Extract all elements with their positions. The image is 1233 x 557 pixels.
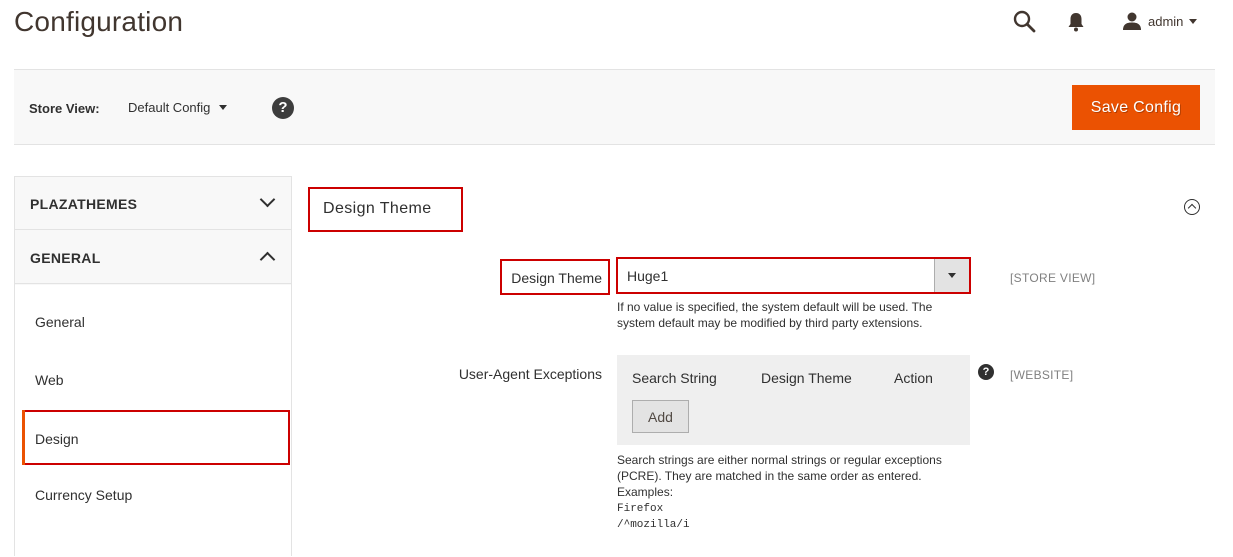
column-header: Action <box>894 370 933 386</box>
column-header: Design Theme <box>761 370 852 386</box>
chevron-down-icon <box>934 259 969 292</box>
user-menu[interactable]: admin <box>1122 10 1198 32</box>
sidebar-item-design[interactable]: Design <box>22 410 290 465</box>
store-view-switcher[interactable]: Default Config <box>128 100 228 115</box>
sidebar-section-label: PLAZATHEMES <box>30 196 138 212</box>
chevron-up-icon <box>259 251 276 268</box>
sidebar-item-currency-setup[interactable]: Currency Setup <box>15 468 291 524</box>
example-code: /^mozilla/i <box>617 519 690 531</box>
scope-label: [STORE VIEW] <box>1010 271 1096 285</box>
sidebar-item-general[interactable]: General <box>15 295 291 351</box>
config-sidebar: PLAZATHEMES GENERAL General Web Currency… <box>14 176 292 557</box>
chevron-down-icon <box>259 191 276 208</box>
sidebar-item-label: Web <box>35 372 64 388</box>
page-title: Configuration <box>14 6 184 37</box>
column-header: Search String <box>632 370 717 386</box>
field-note: If no value is specified, the system def… <box>617 300 933 330</box>
store-view-label: Store View: <box>29 101 100 116</box>
sidebar-item-web[interactable]: Web <box>15 353 291 409</box>
help-icon[interactable]: ? <box>978 364 994 380</box>
design-theme-label: Design Theme <box>500 259 610 295</box>
field-label: Design Theme <box>511 270 602 286</box>
help-icon[interactable]: ? <box>272 97 294 119</box>
sidebar-item-label: Design <box>35 431 79 447</box>
field-note: Search strings are either normal strings… <box>617 452 967 500</box>
sidebar-section-plazathemes[interactable]: PLAZATHEMES <box>15 177 291 230</box>
store-bar: Store View: Default Config ? Save Config <box>14 69 1215 145</box>
chevron-down-icon <box>219 105 228 110</box>
section-title: Design Theme <box>323 200 432 217</box>
note-text: Search strings are either normal strings… <box>617 453 942 483</box>
scope-label: [WEBSITE] <box>1010 368 1074 382</box>
sidebar-item-label: Currency Setup <box>35 487 133 503</box>
add-button[interactable]: Add <box>632 400 689 433</box>
select-value: Huge1 <box>627 268 669 284</box>
user-icon <box>1123 12 1141 30</box>
section-header-design-theme[interactable]: Design Theme <box>308 187 463 232</box>
store-view-value: Default Config <box>128 100 211 115</box>
design-theme-select[interactable]: Huge1 <box>616 257 971 294</box>
sidebar-section-general[interactable]: GENERAL <box>15 231 291 284</box>
collapse-icon[interactable] <box>1184 199 1200 215</box>
sidebar-section-label: GENERAL <box>30 250 101 266</box>
search-icon[interactable] <box>1012 9 1036 33</box>
user-name: admin <box>1148 13 1184 29</box>
examples-label: Examples: <box>617 485 674 499</box>
ua-exceptions-table: Search String Design Theme Action Add <box>617 355 970 445</box>
sidebar-item-label: General <box>35 314 85 330</box>
ua-exceptions-label: User-Agent Exceptions <box>458 366 602 382</box>
bell-icon[interactable] <box>1066 11 1086 33</box>
save-config-button[interactable]: Save Config <box>1072 85 1200 130</box>
example-code: Firefox <box>617 503 664 515</box>
chevron-down-icon <box>1189 18 1198 24</box>
